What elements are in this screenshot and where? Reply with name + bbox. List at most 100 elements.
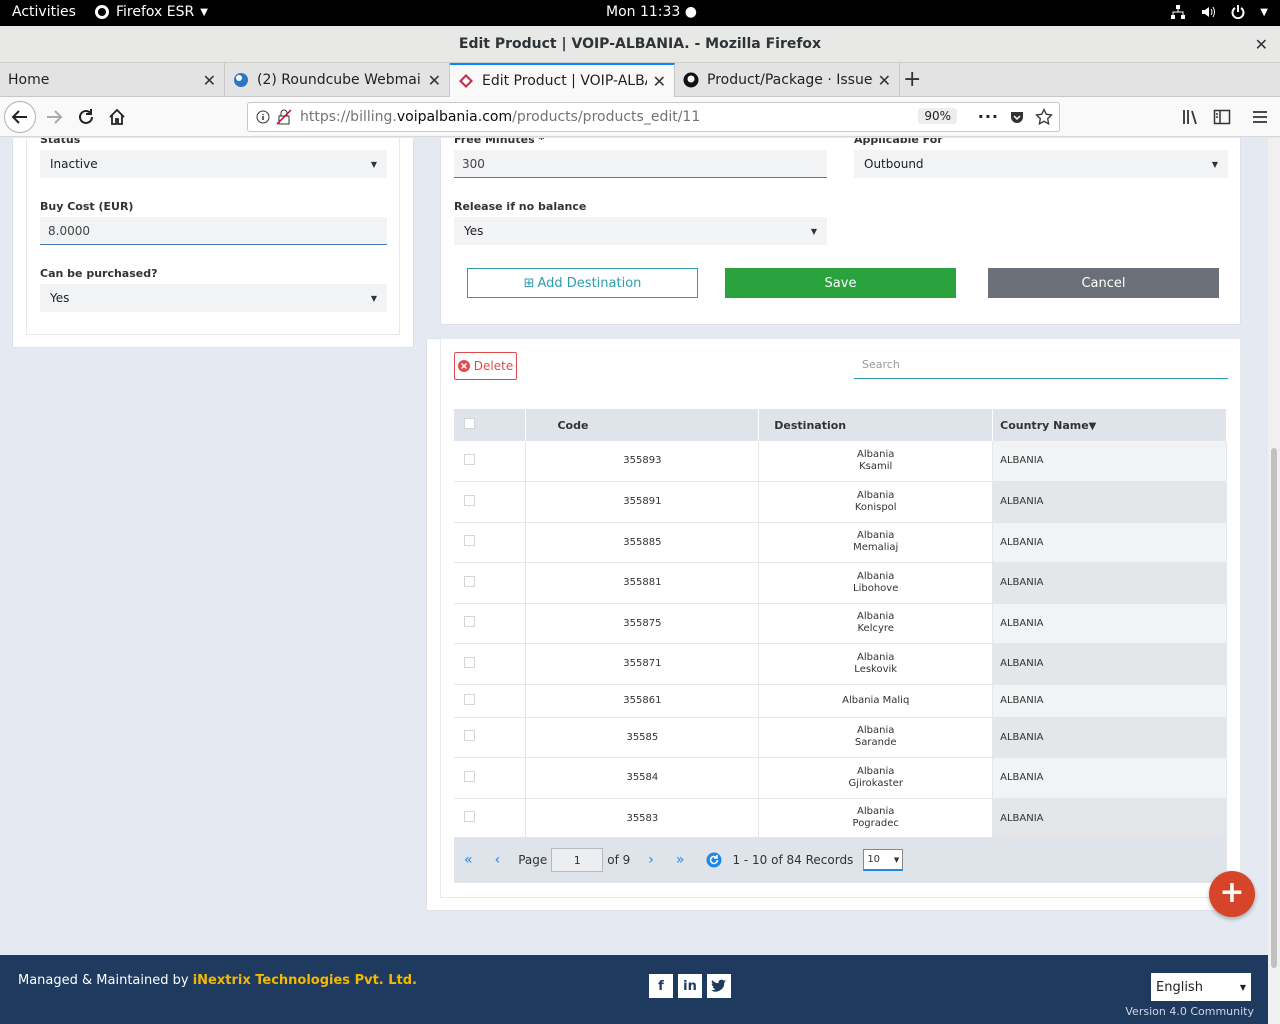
reload-button[interactable] [72, 103, 100, 131]
release-if-no-balance-select[interactable]: Yes ▼ [454, 217, 827, 245]
linkedin-icon[interactable]: in [678, 974, 702, 998]
can-be-purchased-label: Can be purchased? [40, 267, 158, 280]
code-cell: 35583 [525, 798, 760, 839]
free-minutes-input[interactable]: 300 [454, 150, 827, 178]
table-row[interactable]: 355885 Albania Memaliaj ALBANIA [454, 522, 1227, 563]
tab-edit-product[interactable]: Edit Product | VOIP-ALBA ✕ [450, 63, 675, 97]
language-select[interactable]: English ▼ [1151, 973, 1251, 1001]
code-cell: 355891 [525, 481, 760, 523]
row-checkbox[interactable] [464, 811, 475, 822]
table-row[interactable]: 355871 Albania Leskovik ALBANIA [454, 643, 1227, 685]
table-row[interactable]: 355893 Albania Ksamil ALBANIA [454, 441, 1227, 482]
next-page-icon[interactable]: › [648, 852, 654, 868]
lock-warning-icon[interactable] [276, 109, 292, 125]
network-icon [1171, 5, 1186, 19]
page-actions-icon[interactable]: ··· [978, 107, 999, 126]
page-number-input[interactable]: 1 [551, 848, 604, 872]
row-checkbox[interactable] [464, 535, 475, 546]
pocket-icon[interactable] [1009, 109, 1025, 125]
caret-down-icon: ▼ [1239, 982, 1246, 992]
url-bar[interactable]: https://billing.voipalbania.com/products… [247, 102, 1060, 132]
table-row[interactable]: 355881 Albania Libohove ALBANIA [454, 562, 1227, 604]
delete-button[interactable]: Delete [454, 352, 517, 380]
last-page-icon[interactable]: » [676, 852, 685, 868]
buy-cost-input[interactable]: 8.0000 [40, 217, 387, 245]
twitter-icon[interactable] [707, 974, 731, 998]
forward-button[interactable] [40, 103, 68, 131]
window-close-icon[interactable]: ✕ [1255, 26, 1268, 63]
cancel-button[interactable]: Cancel [988, 268, 1219, 298]
clock[interactable]: Mon 11:33 ● [606, 4, 697, 20]
add-floating-button[interactable]: + [1209, 871, 1255, 917]
zoom-level-badge[interactable]: 90% [918, 108, 957, 124]
close-icon[interactable]: ✕ [203, 71, 216, 90]
destination-cell: Albania Ksamil [758, 441, 994, 482]
row-checkbox[interactable] [464, 693, 475, 705]
table-row[interactable]: 35583 Albania Pogradec ALBANIA [454, 798, 1227, 839]
code-cell: 35585 [525, 717, 760, 758]
code-cell: 355861 [525, 684, 760, 718]
caret-down-icon: ▼ [810, 226, 817, 236]
row-checkbox[interactable] [464, 730, 475, 741]
country-name-column-header[interactable]: Country Name▼ [992, 409, 1227, 441]
arrow-left-icon [11, 110, 27, 124]
hamburger-menu-icon[interactable] [1251, 108, 1269, 126]
close-icon[interactable]: ✕ [428, 71, 441, 90]
destination-cell: Albania Memaliaj [758, 522, 994, 563]
close-icon[interactable]: ✕ [878, 71, 891, 90]
company-link[interactable]: iNextrix Technologies Pvt. Ltd. [193, 973, 417, 988]
info-icon[interactable] [256, 110, 270, 124]
row-checkbox[interactable] [464, 453, 475, 465]
library-icon[interactable] [1181, 108, 1199, 126]
home-button[interactable] [103, 103, 131, 131]
system-tray[interactable]: ▼ [1170, 4, 1268, 20]
sidebar-icon[interactable] [1213, 108, 1231, 126]
destination-column-header[interactable]: Destination [758, 409, 994, 441]
table-row[interactable]: 355875 Albania Kelcyre ALBANIA [454, 603, 1227, 644]
pagination-bar: « ‹ Page 1 of 9 › » 1 - 10 of 84 Records… [454, 837, 1227, 883]
rows-per-page-select[interactable]: 10 ▼ [863, 849, 904, 871]
page-scrollbar[interactable] [1268, 138, 1280, 1024]
table-row[interactable]: 355891 Albania Konispol ALBANIA [454, 481, 1227, 523]
select-all-checkbox[interactable] [464, 417, 475, 429]
close-icon[interactable]: ✕ [653, 72, 666, 91]
row-checkbox[interactable] [464, 656, 475, 668]
search-input[interactable]: Search [854, 351, 1228, 379]
row-checkbox[interactable] [464, 770, 475, 782]
first-page-icon[interactable]: « [464, 852, 473, 868]
caret-down-icon: ▼ [370, 159, 377, 169]
table-row[interactable]: 35585 Albania Sarande ALBANIA [454, 717, 1227, 758]
tab-home[interactable]: Home ✕ [0, 63, 225, 97]
tab-github-issue[interactable]: Product/Package · Issue # ✕ [675, 63, 900, 97]
destination-cell: Albania Kelcyre [758, 603, 994, 644]
caret-down-icon: ▼ [370, 293, 377, 303]
app-menu[interactable]: Firefox ESR ▼ [94, 4, 208, 20]
row-select-cell [454, 717, 527, 758]
country-cell: ALBANIA [992, 684, 1227, 718]
social-links: f in [649, 974, 731, 998]
facebook-icon[interactable]: f [649, 974, 673, 998]
save-button[interactable]: Save [725, 268, 956, 298]
back-button[interactable] [4, 101, 36, 133]
table-row[interactable]: 35584 Albania Gjirokaster ALBANIA [454, 757, 1227, 799]
add-destination-button[interactable]: ⊞ Add Destination [467, 268, 698, 298]
system-top-bar: Activities Firefox ESR ▼ Mon 11:33 ● ▼ [0, 0, 1280, 26]
destination-cell: Albania Gjirokaster [758, 757, 994, 799]
new-tab-plus-icon[interactable]: + [903, 67, 921, 92]
scrollbar-thumb[interactable] [1271, 448, 1277, 968]
row-checkbox[interactable] [464, 575, 475, 587]
prev-page-icon[interactable]: ‹ [495, 852, 501, 868]
row-checkbox[interactable] [464, 494, 475, 506]
version-label: Version 4.0 Community [1125, 1005, 1254, 1018]
status-select[interactable]: Inactive ▼ [40, 150, 387, 178]
table-row[interactable]: 355861 Albania Maliq ALBANIA [454, 684, 1227, 718]
applicable-for-select[interactable]: Outbound ▼ [854, 150, 1228, 178]
tab-roundcube[interactable]: (2) Roundcube Webmail : ✕ [225, 63, 450, 97]
code-column-header[interactable]: Code [525, 409, 760, 441]
activities-button[interactable]: Activities [12, 4, 76, 20]
destination-cell: Albania Libohove [758, 562, 994, 604]
refresh-icon[interactable] [706, 852, 722, 868]
row-checkbox[interactable] [464, 616, 475, 627]
bookmark-star-icon[interactable] [1035, 107, 1053, 126]
can-be-purchased-select[interactable]: Yes ▼ [40, 284, 387, 312]
